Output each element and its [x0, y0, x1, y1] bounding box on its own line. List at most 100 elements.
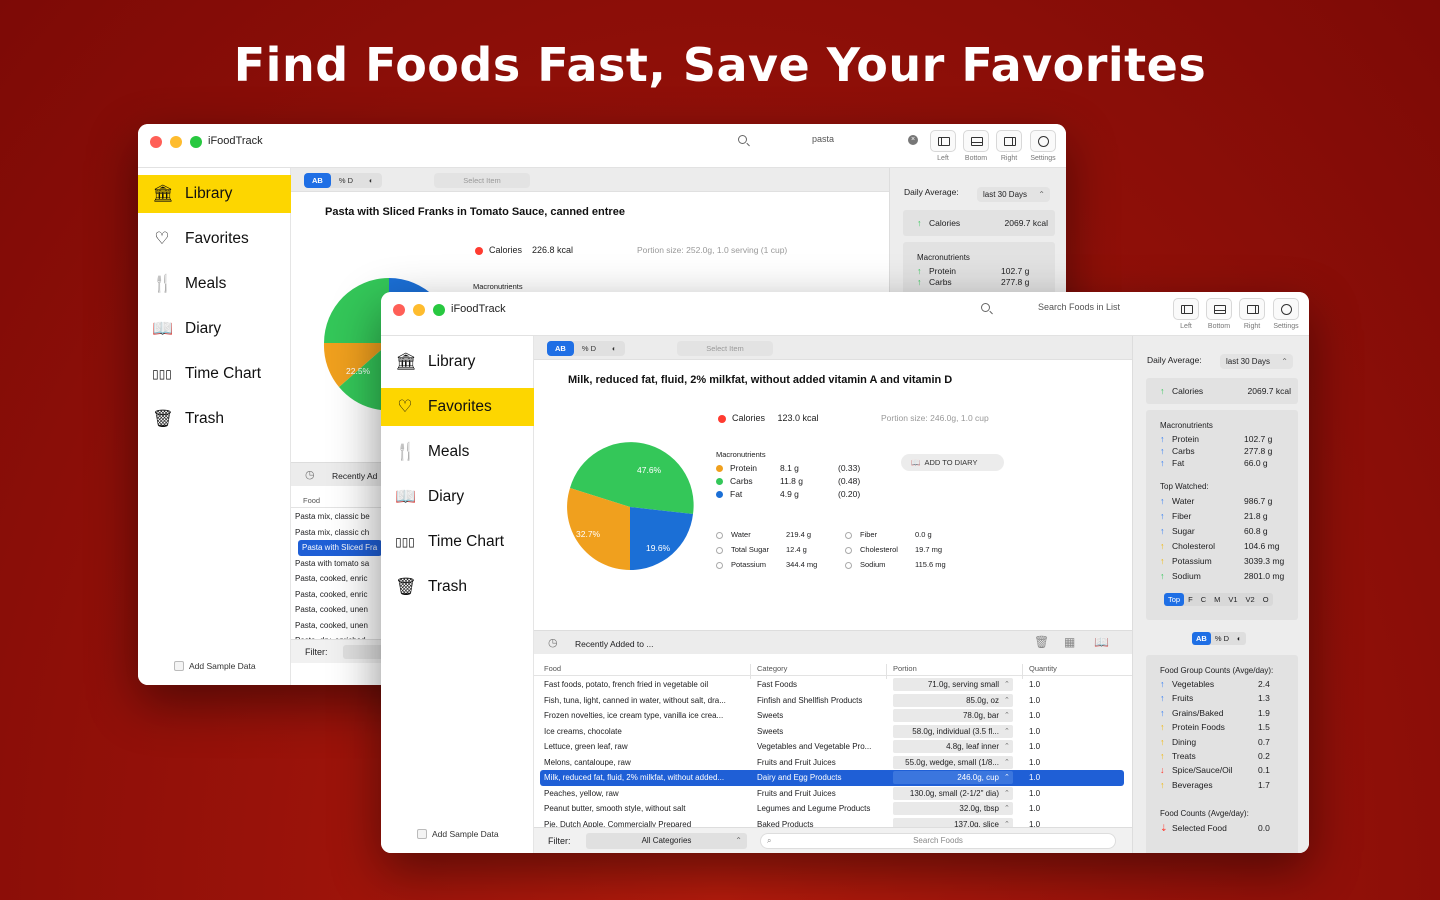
add-sample-checkbox[interactable]: Add Sample Data: [417, 829, 499, 839]
quantity[interactable]: 1.0: [1029, 758, 1040, 767]
sidebar-item-library[interactable]: 🏛 Library: [138, 175, 291, 213]
minimize-button[interactable]: [413, 304, 425, 316]
search-icon: [981, 303, 990, 312]
food-group-stat: ↑ Vegetables 2.4: [1160, 679, 1270, 689]
sidebar-item-time-chart[interactable]: ▯▯▯ Time Chart: [138, 355, 291, 393]
tab-v1[interactable]: V1: [1224, 593, 1241, 606]
portion-stepper-icon[interactable]: ⌃: [1004, 789, 1010, 797]
portion-select[interactable]: 32.0g, tbsp: [893, 802, 1013, 815]
portion-select[interactable]: 71.0g, serving small: [893, 678, 1013, 691]
food-name: Ice creams, chocolate: [544, 726, 622, 736]
tab-m[interactable]: M: [1210, 593, 1224, 606]
up-arrow-icon: ↑: [1160, 679, 1165, 689]
sidebar-item-diary[interactable]: 📖 Diary: [381, 478, 534, 516]
right-panel-button[interactable]: Right: [993, 130, 1025, 162]
add-sample-checkbox[interactable]: Add Sample Data: [174, 661, 256, 671]
sidebar-item-meals[interactable]: 🍴 Meals: [138, 265, 291, 303]
tab-o[interactable]: O: [1259, 593, 1273, 606]
quantity[interactable]: 1.0: [1029, 804, 1040, 813]
food-category: Dairy and Egg Products: [757, 773, 842, 782]
table-row[interactable]: Pasta with Sliced Fra: [298, 540, 382, 556]
portion-stepper-icon[interactable]: ⌃: [1004, 727, 1010, 735]
up-arrow-icon: ↑: [1160, 434, 1165, 444]
portion-stepper-icon[interactable]: ⌃: [1004, 804, 1010, 812]
add-to-book-icon[interactable]: 📖: [1094, 635, 1109, 649]
quantity[interactable]: 1.0: [1029, 711, 1040, 720]
table-row[interactable]: Milk, reduced fat, fluid, 2% milkfat, wi…: [540, 770, 1124, 786]
portion-select[interactable]: 85.0g, oz: [893, 693, 1013, 707]
search-foods-input[interactable]: ⌕ Search Foods: [760, 833, 1116, 849]
minimize-button[interactable]: [170, 136, 182, 148]
trash-icon[interactable]: 🗑: [1034, 635, 1049, 649]
quantity[interactable]: 1.0: [1029, 680, 1040, 689]
book-icon: 📖: [911, 458, 921, 467]
bottom-panel-button[interactable]: Bottom: [1203, 298, 1235, 330]
close-button[interactable]: [393, 304, 405, 316]
portion-select[interactable]: 78.0g, bar: [893, 709, 1013, 722]
tab-v2[interactable]: V2: [1242, 593, 1259, 606]
right-panel-button[interactable]: Right: [1236, 298, 1268, 330]
sidebar-item-trash[interactable]: 🗑 Trash: [138, 400, 291, 438]
display-mode-segment-2[interactable]: AB % D ◐: [1192, 632, 1246, 645]
select-item-popup[interactable]: Select Item: [677, 341, 773, 356]
gear-icon: [1281, 304, 1292, 315]
settings-button[interactable]: Settings: [1270, 298, 1302, 330]
quantity[interactable]: 1.0: [1029, 773, 1040, 782]
tab-f[interactable]: F: [1184, 593, 1197, 606]
portion-stepper-icon[interactable]: ⌃: [1004, 742, 1010, 750]
watched-stat: ↑ Cholesterol 104.6 mg: [1160, 541, 1280, 551]
calendar-icon[interactable]: ▦: [1064, 635, 1075, 649]
zoom-button[interactable]: [190, 136, 202, 148]
sidebar-item-diary[interactable]: 📖 Diary: [138, 310, 291, 348]
left-panel-button[interactable]: Left: [1170, 298, 1202, 330]
sidebar-item-favorites[interactable]: ♡ Favorites: [138, 220, 291, 258]
tab-c[interactable]: C: [1197, 593, 1210, 606]
up-arrow-icon: ↑: [1160, 446, 1165, 456]
food-name: Pasta, cooked, unen: [295, 620, 368, 630]
portion-stepper-icon[interactable]: ⌃: [1004, 758, 1010, 766]
portion-select[interactable]: 4.8g, leaf inner: [893, 740, 1013, 753]
bottom-panel-button[interactable]: Bottom: [960, 130, 992, 162]
quantity[interactable]: 1.0: [1029, 727, 1040, 736]
macro-list: Protein 8.1 g (0.33) Carbs 11.8 g (0.48) Fat 4.…: [716, 463, 866, 502]
range-popup[interactable]: last 30 Days ⌃: [1220, 354, 1293, 369]
category-filter[interactable]: All Categories ⌃: [586, 833, 747, 849]
tab-top[interactable]: Top: [1164, 593, 1185, 606]
traffic-lights: [150, 136, 202, 148]
sidebar-item-library[interactable]: 🏛 Library: [381, 343, 534, 381]
display-mode-segment[interactable]: AB% D ◐: [304, 173, 382, 188]
sidebar-item-meals[interactable]: 🍴 Meals: [381, 433, 534, 471]
left-panel-button[interactable]: Left: [927, 130, 959, 162]
portion-select[interactable]: 246.0g, cup: [893, 771, 1013, 784]
food-name: Peanut butter, smooth style, without sal…: [544, 804, 686, 813]
portion-select[interactable]: 58.0g, individual (3.5 fl...: [893, 724, 1013, 738]
zoom-button[interactable]: [433, 304, 445, 316]
portion-select[interactable]: 55.0g, wedge, small (1/8...: [893, 755, 1013, 769]
food-name: Pasta mix, classic ch: [295, 527, 370, 537]
pie-chart: 47.6% 32.7% 19.6%: [567, 442, 694, 571]
portion-stepper-icon[interactable]: ⌃: [1004, 696, 1010, 704]
quantity[interactable]: 1.0: [1029, 742, 1040, 751]
add-to-diary-button[interactable]: 📖 ADD TO DIARY: [901, 454, 1004, 471]
food-category: Sweets: [757, 726, 784, 736]
sidebar-item-time-chart[interactable]: ▯▯▯ Time Chart: [381, 523, 534, 561]
portion-stepper-icon[interactable]: ⌃: [1004, 680, 1010, 688]
range-popup[interactable]: last 30 Days ⌃: [977, 187, 1050, 202]
search-input[interactable]: pasta: [812, 134, 834, 144]
pie-label-protein: 22.5%: [346, 366, 371, 376]
search-input[interactable]: Search Foods in List: [1038, 302, 1120, 312]
quantity[interactable]: 1.0: [1029, 696, 1040, 705]
clear-search-icon[interactable]: ×: [908, 135, 918, 145]
quantity[interactable]: 1.0: [1029, 789, 1040, 798]
sidebar-item-favorites[interactable]: ♡ Favorites: [381, 388, 534, 426]
food-name: Milk, reduced fat, fluid, 2% milkfat, wi…: [544, 773, 725, 782]
portion-stepper-icon[interactable]: ⌃: [1004, 773, 1010, 781]
display-mode-segment[interactable]: AB% D ◐: [547, 341, 625, 356]
close-button[interactable]: [150, 136, 162, 148]
settings-button[interactable]: Settings: [1027, 130, 1059, 162]
up-arrow-icon: ↑: [1160, 458, 1165, 468]
portion-stepper-icon[interactable]: ⌃: [1004, 711, 1010, 719]
portion-select[interactable]: 130.0g, small (2-1/2" dia): [893, 786, 1013, 800]
sidebar-item-trash[interactable]: 🗑 Trash: [381, 568, 534, 606]
select-item-popup[interactable]: Select Item: [434, 173, 530, 188]
